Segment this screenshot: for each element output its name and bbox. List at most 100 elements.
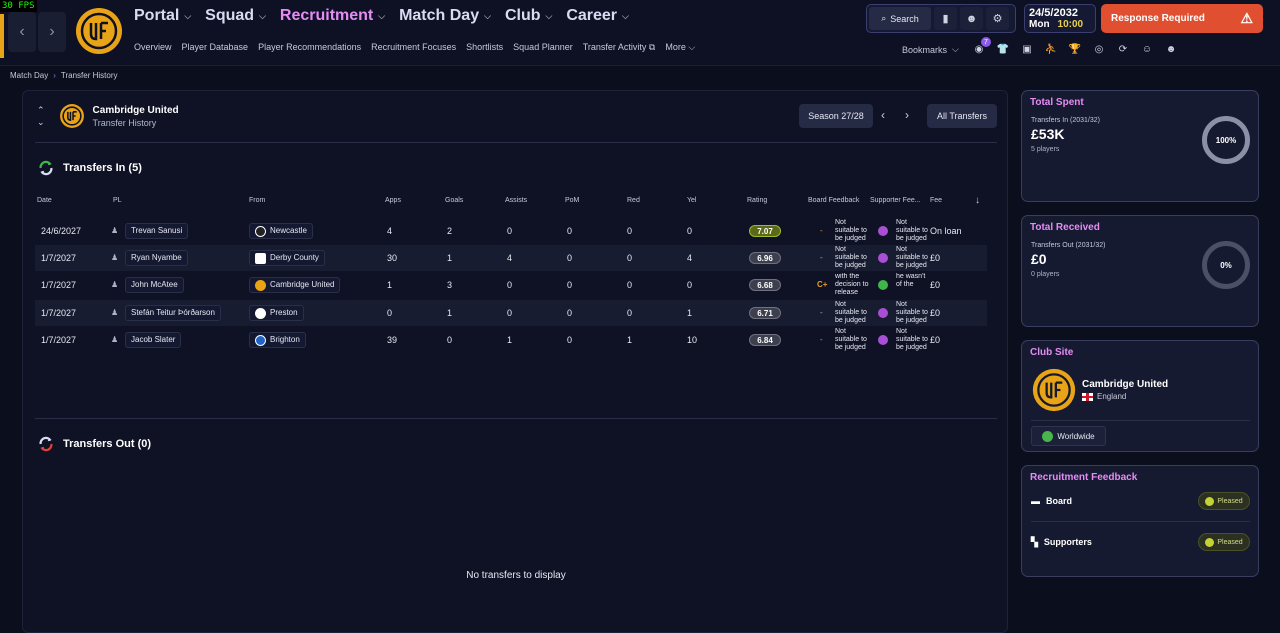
col-fee[interactable]: Fee xyxy=(930,197,942,204)
col-pom[interactable]: PoM xyxy=(565,197,579,204)
prev-season-button[interactable]: ‹ xyxy=(881,108,885,122)
season-selector[interactable]: Season 27/28 xyxy=(799,104,873,128)
transfers-quick-button[interactable]: ⟳ xyxy=(1114,40,1132,58)
nav-portal[interactable]: Portal ⌵ xyxy=(134,7,191,25)
back-button[interactable]: ‹ xyxy=(8,12,36,52)
player-name[interactable]: Jacob Slater xyxy=(125,332,182,348)
nav-club[interactable]: Club ⌵ xyxy=(505,7,552,25)
feedback-row-board[interactable]: ▬ Board Pleased xyxy=(1031,490,1250,512)
tactics-quick-button[interactable]: ▣ xyxy=(1018,40,1036,58)
current-day-time: Mon 10:00 xyxy=(1029,19,1091,31)
forward-button[interactable]: › xyxy=(38,12,66,52)
subnav-player-database[interactable]: Player Database xyxy=(182,42,249,53)
scouting-quick-button[interactable]: ◎ xyxy=(1090,40,1108,58)
received-percent-ring: 0% xyxy=(1202,241,1250,289)
bookmarks-dropdown[interactable]: Bookmarks ⌵ xyxy=(902,44,959,55)
col-yel[interactable]: Yel xyxy=(687,197,696,204)
club-country[interactable]: England xyxy=(1082,392,1126,401)
staff-quick-button[interactable]: ☺ xyxy=(1138,40,1156,58)
player-name[interactable]: John McAtee xyxy=(125,277,184,293)
table-row[interactable]: 1/7/2027 ♟ Jacob Slater Brighton 39 0 1 … xyxy=(35,327,987,353)
inbox-badge: 7 xyxy=(981,37,991,47)
row-red: 0 xyxy=(627,253,633,263)
status-badge: Pleased xyxy=(1198,492,1250,510)
current-day: Mon xyxy=(1029,19,1050,30)
player-status-icon: ♟ xyxy=(111,280,119,289)
sort-arrow-icon[interactable]: ↓ xyxy=(975,195,980,206)
training-quick-button[interactable]: ⛹ xyxy=(1042,40,1060,58)
search-button[interactable]: ⌕ Search xyxy=(869,7,931,30)
from-club[interactable]: Cambridge United xyxy=(249,277,341,293)
supporter-mood-icon xyxy=(878,280,888,290)
club-crest-icon[interactable] xyxy=(74,6,124,56)
worldwide-button[interactable]: Worldwide xyxy=(1031,426,1106,446)
from-club[interactable]: Newcastle xyxy=(249,223,313,239)
response-required-button[interactable]: Response Required ⚠ xyxy=(1101,4,1263,33)
col-board-feedback[interactable]: Board Feedback xyxy=(808,197,859,204)
recruitment-feedback-card: Recruitment Feedback ▬ Board Pleased ▚ Sup… xyxy=(1021,465,1259,577)
col-apps[interactable]: Apps xyxy=(385,197,401,204)
nav-recruitment[interactable]: Recruitment ⌵ xyxy=(280,7,385,25)
table-row[interactable]: 1/7/2027 ♟ Stefán Teitur Þórðarson Prest… xyxy=(35,300,987,326)
subnav-transfer-activity[interactable]: Transfer Activity ⧉ xyxy=(583,42,656,53)
nav-career[interactable]: Career ⌵ xyxy=(566,7,629,25)
club-site-name[interactable]: Cambridge United xyxy=(1082,379,1168,390)
status-badge: Pleased xyxy=(1198,533,1250,551)
breadcrumb-match-day[interactable]: Match Day xyxy=(10,71,48,80)
settings-button[interactable]: ⚙ xyxy=(986,7,1009,30)
subnav-player-recommendations[interactable]: Player Recommendations xyxy=(258,42,361,53)
status-text: Pleased xyxy=(1217,497,1243,505)
table-row[interactable]: 24/6/2027 ♟ Trevan Sanusi Newcastle 4 2 … xyxy=(35,218,987,244)
row-date: 24/6/2027 xyxy=(41,226,82,236)
subnav-more[interactable]: More ⌵ xyxy=(665,42,695,53)
competitions-quick-button[interactable]: 🏆 xyxy=(1066,40,1084,58)
subnav-recruitment-focuses[interactable]: Recruitment Focuses xyxy=(371,42,456,53)
player-name[interactable]: Stefán Teitur Þórðarson xyxy=(125,305,221,321)
subnav-overview[interactable]: Overview xyxy=(134,42,172,53)
transfer-filter-button[interactable]: All Transfers xyxy=(927,104,997,128)
inbox-quick-button[interactable]: ◉ 7 xyxy=(970,37,991,58)
table-row[interactable]: 1/7/2027 ♟ Ryan Nyambe Derby County 30 1… xyxy=(35,245,987,271)
scope-label: Worldwide xyxy=(1057,431,1095,441)
date-display[interactable]: 24/5/2032 Mon 10:00 xyxy=(1024,4,1096,33)
response-label: Response Required xyxy=(1111,13,1205,24)
nav-squad[interactable]: Squad ⌵ xyxy=(205,7,266,25)
chevron-down-icon: ⌵ xyxy=(545,10,553,21)
collapse-toggle[interactable]: ⌃ ⌄ xyxy=(37,104,45,128)
col-red[interactable]: Red xyxy=(627,197,640,204)
chevron-left-icon: ‹ xyxy=(19,23,25,40)
club-crest-icon[interactable] xyxy=(1031,367,1077,413)
col-supporter-feedback[interactable]: Supporter Fee... xyxy=(870,197,921,204)
from-club[interactable]: Preston xyxy=(249,305,304,321)
club-quick-button[interactable]: ☻ xyxy=(1162,40,1180,58)
chevron-down-icon: ⌵ xyxy=(622,10,629,21)
chevron-down-icon: ⌵ xyxy=(184,10,192,21)
col-goals[interactable]: Goals xyxy=(445,197,463,204)
manager-button[interactable]: ☻ xyxy=(960,7,983,30)
col-pl[interactable]: PL xyxy=(113,197,122,204)
col-from[interactable]: From xyxy=(249,197,265,204)
col-assists[interactable]: Assists xyxy=(505,197,527,204)
supporter-feedback-text: he wasn't of the xyxy=(896,273,926,288)
search-icon: ⌕ xyxy=(881,13,887,23)
subnav-squad-planner[interactable]: Squad Planner xyxy=(513,42,573,53)
from-club[interactable]: Brighton xyxy=(249,332,306,348)
subnav-shortlists[interactable]: Shortlists xyxy=(466,42,503,53)
row-date: 1/7/2027 xyxy=(41,253,77,263)
player-name[interactable]: Trevan Sanusi xyxy=(125,223,189,239)
row-pom: 0 xyxy=(567,308,573,318)
col-rating[interactable]: Rating xyxy=(747,197,767,204)
player-name[interactable]: Ryan Nyambe xyxy=(125,250,188,266)
row-assists: 0 xyxy=(507,308,513,318)
next-season-button[interactable]: › xyxy=(905,108,909,122)
nav-match-day[interactable]: Match Day ⌵ xyxy=(399,7,491,25)
from-club[interactable]: Derby County xyxy=(249,250,325,266)
table-row[interactable]: 1/7/2027 ♟ John McAtee Cambridge United … xyxy=(35,272,987,298)
feedback-row-supporters[interactable]: ▚ Supporters Pleased xyxy=(1031,531,1250,553)
col-date[interactable]: Date xyxy=(37,197,52,204)
trophy-icon: 🏆 xyxy=(1068,43,1082,55)
squad-quick-button[interactable]: 👕 xyxy=(994,40,1012,58)
bookmark-button[interactable]: ▮ xyxy=(934,7,957,30)
supporter-feedback-text: Not suitable to be judged xyxy=(896,219,928,242)
club-name[interactable]: Cambridge United xyxy=(93,105,179,116)
